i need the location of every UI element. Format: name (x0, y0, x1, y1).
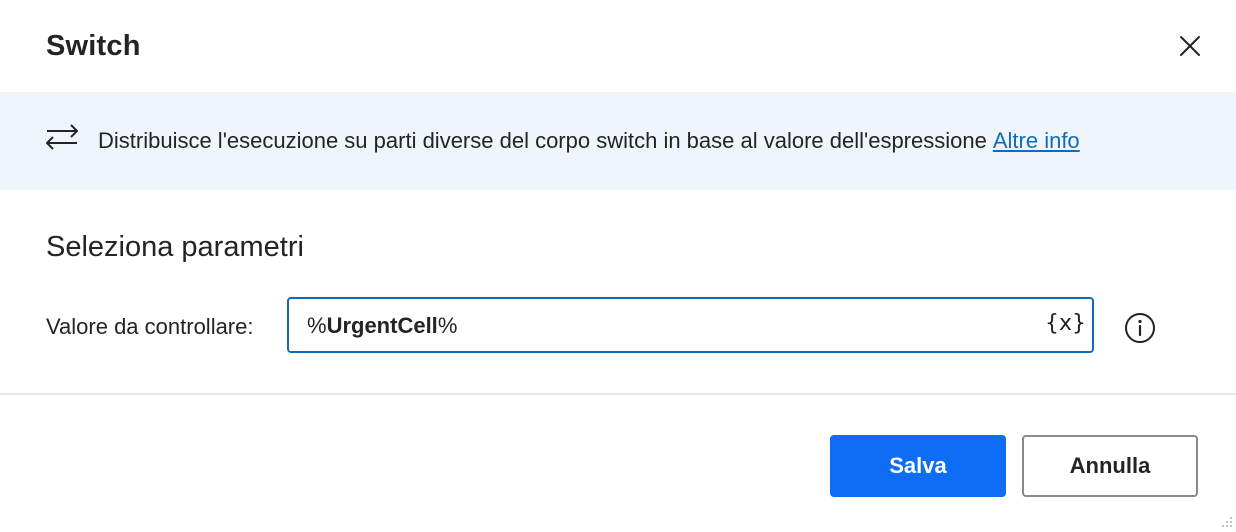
value-suffix: % (437, 313, 458, 338)
close-button[interactable] (1170, 26, 1210, 66)
swap-arrows-icon (46, 124, 78, 150)
value-field-label: Valore da controllare: (46, 314, 254, 339)
more-info-link[interactable]: Altre info (993, 128, 1080, 153)
banner-description-text: Distribuisce l'esecuzione su parti diver… (98, 128, 987, 153)
resize-grip-icon[interactable] (1218, 514, 1234, 530)
dialog-title: Switch (46, 30, 141, 62)
value-prefix: % (307, 313, 327, 338)
variable-picker-button[interactable]: {x} (1045, 309, 1086, 339)
close-icon (1180, 36, 1200, 56)
value-input[interactable]: %UrgentCell% {x} (287, 297, 1094, 353)
info-banner: Distribuisce l'esecuzione su parti diver… (0, 92, 1236, 190)
info-icon[interactable] (1124, 312, 1156, 344)
switch-dialog: Switch Distribuisce l'esecuzione su part… (0, 0, 1236, 532)
section-title: Seleziona parametri (46, 231, 304, 263)
footer-divider (0, 393, 1236, 395)
save-button[interactable]: Salva (830, 435, 1006, 497)
value-variable: UrgentCell (326, 313, 438, 338)
value-input-text: %UrgentCell% (307, 311, 457, 341)
cancel-button[interactable]: Annulla (1022, 435, 1198, 497)
banner-description: Distribuisce l'esecuzione su parti diver… (98, 126, 1080, 156)
